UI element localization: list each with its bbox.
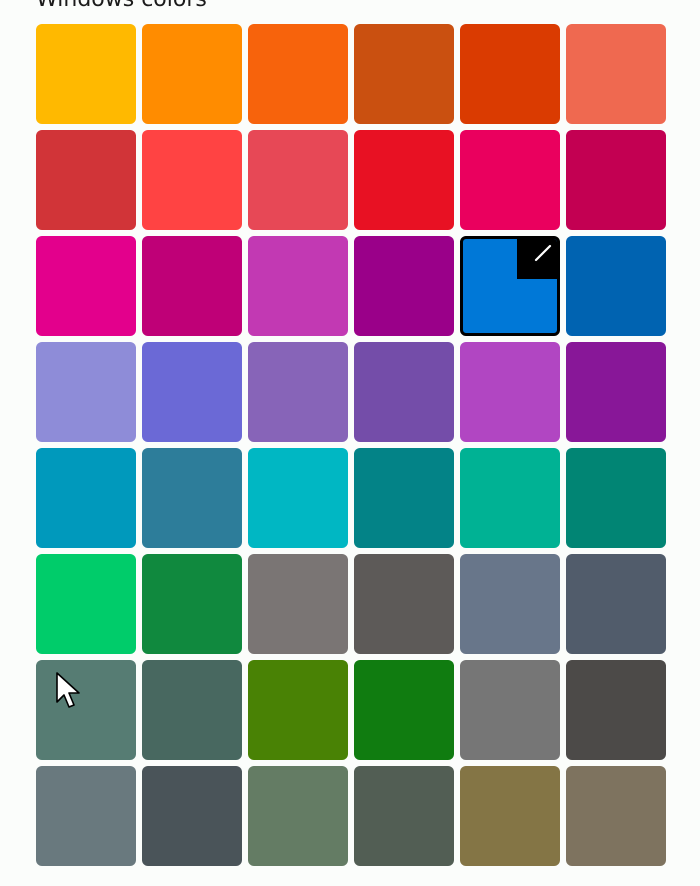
color-swatch[interactable] bbox=[566, 554, 666, 654]
color-swatch[interactable] bbox=[460, 660, 560, 760]
color-swatch[interactable] bbox=[36, 554, 136, 654]
color-swatch[interactable] bbox=[248, 766, 348, 866]
color-swatch[interactable] bbox=[354, 766, 454, 866]
color-swatch[interactable] bbox=[566, 660, 666, 760]
color-swatch[interactable] bbox=[566, 448, 666, 548]
color-swatch[interactable] bbox=[566, 24, 666, 124]
color-swatch[interactable] bbox=[142, 130, 242, 230]
color-swatch[interactable] bbox=[248, 448, 348, 548]
color-swatch[interactable] bbox=[460, 342, 560, 442]
color-swatch[interactable] bbox=[36, 24, 136, 124]
color-swatch[interactable] bbox=[460, 766, 560, 866]
color-swatch[interactable] bbox=[354, 554, 454, 654]
color-swatch-selected[interactable] bbox=[460, 236, 560, 336]
color-swatch[interactable] bbox=[248, 342, 348, 442]
color-swatch[interactable] bbox=[142, 554, 242, 654]
color-swatch[interactable] bbox=[460, 24, 560, 124]
color-swatch[interactable] bbox=[248, 660, 348, 760]
color-swatch[interactable] bbox=[566, 766, 666, 866]
color-swatch[interactable] bbox=[354, 342, 454, 442]
color-swatch[interactable] bbox=[142, 660, 242, 760]
color-swatch[interactable] bbox=[354, 236, 454, 336]
color-swatch-grid bbox=[36, 24, 666, 866]
color-swatch[interactable] bbox=[354, 130, 454, 230]
color-swatch[interactable] bbox=[142, 342, 242, 442]
color-swatch[interactable] bbox=[248, 24, 348, 124]
color-swatch[interactable] bbox=[142, 24, 242, 124]
color-swatch[interactable] bbox=[36, 342, 136, 442]
color-swatch[interactable] bbox=[248, 236, 348, 336]
color-swatch[interactable] bbox=[460, 448, 560, 548]
color-swatch[interactable] bbox=[460, 554, 560, 654]
color-swatch[interactable] bbox=[36, 130, 136, 230]
color-swatch[interactable] bbox=[36, 766, 136, 866]
color-swatch[interactable] bbox=[566, 342, 666, 442]
color-swatch[interactable] bbox=[566, 130, 666, 230]
color-swatch[interactable] bbox=[248, 130, 348, 230]
color-swatch[interactable] bbox=[354, 660, 454, 760]
color-swatch[interactable] bbox=[354, 448, 454, 548]
color-swatch[interactable] bbox=[142, 236, 242, 336]
color-swatch[interactable] bbox=[460, 130, 560, 230]
color-swatch[interactable] bbox=[36, 448, 136, 548]
color-swatch[interactable] bbox=[36, 660, 136, 760]
color-swatch[interactable] bbox=[354, 24, 454, 124]
color-swatch[interactable] bbox=[142, 766, 242, 866]
checkmark-icon bbox=[517, 239, 557, 279]
color-swatch[interactable] bbox=[142, 448, 242, 548]
section-title: Windows colors bbox=[36, 0, 207, 14]
color-swatch[interactable] bbox=[36, 236, 136, 336]
color-swatch[interactable] bbox=[566, 236, 666, 336]
color-swatch[interactable] bbox=[248, 554, 348, 654]
